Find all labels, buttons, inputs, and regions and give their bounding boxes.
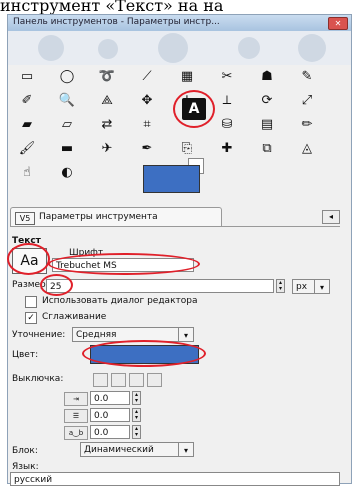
hinting-label: Уточнение: [12,330,66,340]
box-select[interactable]: Динамический ▾ [80,442,194,457]
antialias-checkbox[interactable]: ✓ [25,312,37,324]
perspective-icon[interactable]: ▱ [56,114,78,134]
letter-spacing-input[interactable]: 0.0 [90,425,130,439]
chevron-down-icon: ▾ [314,280,329,293]
box-value: Динамический [84,445,154,455]
blur-icon[interactable]: ◬ [296,138,318,158]
justify-left-button[interactable] [93,373,108,387]
foreground-color-swatch[interactable] [143,165,200,193]
chevron-down-icon: ▾ [178,443,193,456]
scale-icon[interactable]: ⤢ [296,90,318,110]
box-label: Блок: [12,446,38,456]
line-spacing-spinner[interactable]: ▴ ▾ [132,408,141,422]
cage-icon[interactable]: ⌗ [136,114,158,134]
color-label: Цвет: [12,350,39,360]
rotate-icon[interactable]: ⟳ [256,90,278,110]
foreground-select-icon[interactable]: ☗ [256,66,278,86]
wand-icon[interactable]: ⟋ [136,66,158,86]
font-input-highlight [48,253,200,275]
indent-icon: ⇥ [64,392,88,406]
flip-icon[interactable]: ⇄ [96,114,118,134]
tab-tool-options[interactable]: V5 Параметры инструмента [10,207,222,227]
bucket-fill-icon[interactable]: ⛁ [216,114,238,134]
indent-spinner[interactable]: ▴ ▾ [132,391,141,405]
unit-value: px [296,282,308,292]
measure-icon[interactable]: ⟁ [96,90,118,110]
shear-icon[interactable]: ▰ [16,114,38,134]
decorative-header [8,31,351,65]
airbrush-icon[interactable]: ✈ [96,138,118,158]
paths-icon[interactable]: ✎ [296,66,318,86]
dodge-icon[interactable]: ◐ [56,162,78,182]
font-button-highlight [7,243,50,275]
clone-icon[interactable]: ⎘ [176,138,198,158]
unit-select[interactable]: px ▾ [292,279,330,294]
rect-select-icon[interactable]: ▭ [16,66,38,86]
justify-right-button[interactable] [111,373,126,387]
line-spacing-input[interactable]: 0.0 [90,408,130,422]
size-spinner[interactable]: ▴ ▾ [276,279,285,293]
paintbrush-icon[interactable]: 🖌 [16,138,38,158]
color-select-icon[interactable]: ▦ [176,66,198,86]
indent-input[interactable]: 0.0 [90,391,130,405]
letter-spacing-spinner[interactable]: ▴ ▾ [132,425,141,439]
hinting-value: Средняя [76,330,117,340]
crop-icon[interactable]: ⟂ [216,90,238,110]
zoom-icon[interactable]: 🔍 [56,90,78,110]
smudge-icon[interactable]: ☝ [16,162,38,182]
title-bar: Панель инструментов - Параметры инстр...… [8,15,351,32]
color-picker-icon[interactable]: ✐ [16,90,38,110]
ellipse-select-icon[interactable]: ◯ [56,66,78,86]
line-spacing-icon: ☰ [64,409,88,423]
size-input[interactable]: 25 [46,279,274,293]
ink-icon[interactable]: ✒ [136,138,158,158]
justify-center-button[interactable] [129,373,144,387]
close-button[interactable]: ✕ [328,17,348,30]
perspective-clone-icon[interactable]: ⧉ [256,138,278,158]
tab-menu-button[interactable]: ◂ [322,210,340,224]
blend-icon[interactable]: ▤ [256,114,278,134]
antialias-label: Сглаживание [42,312,107,322]
text-tool-icon[interactable]: A [173,90,215,128]
use-editor-checkbox[interactable] [25,296,37,308]
language-input[interactable]: русский [10,472,340,486]
tab-label: Параметры инструмента [39,212,158,222]
chevron-down-icon: ▾ [178,328,193,341]
pencil-icon[interactable]: ✏ [296,114,318,134]
use-editor-label: Использовать диалог редактора [42,296,198,306]
text-tool-glyph: A [182,98,206,120]
tool-options-icon: V5 [15,212,35,225]
color-button-highlight [82,340,206,367]
lasso-icon[interactable]: ➰ [96,66,118,86]
justify-fill-button[interactable] [147,373,162,387]
dock-tab-bar: V5 Параметры инструмента ◂ [10,207,340,227]
letter-spacing-icon: a‿b [64,426,88,440]
justify-label: Выключка: [12,374,64,384]
language-label: Язык: [12,462,39,472]
window-title: Панель инструментов - Параметры инстр... [13,17,220,27]
eraser-icon[interactable]: ▬ [56,138,78,158]
heal-icon[interactable]: ✚ [216,138,238,158]
move-icon[interactable]: ✥ [136,90,158,110]
scissors-icon[interactable]: ✂ [216,66,238,86]
size-input-highlight [40,274,73,296]
